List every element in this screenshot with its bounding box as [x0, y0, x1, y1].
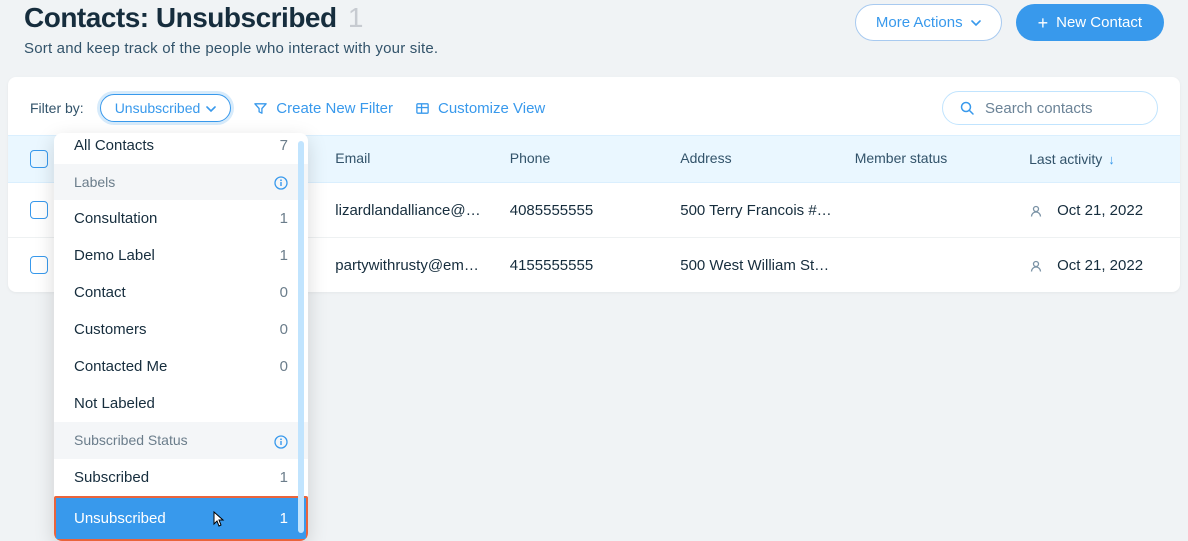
dropdown-item-demo-label[interactable]: Demo Label 1: [54, 237, 308, 274]
title-prefix: Contacts:: [24, 2, 149, 33]
dropdown-item-label: Consultation: [74, 210, 157, 227]
new-contact-label: New Contact: [1056, 14, 1142, 31]
column-email[interactable]: Email: [335, 150, 509, 168]
filter-by-label: Filter by:: [30, 100, 84, 116]
chevron-down-icon: [206, 100, 216, 116]
dropdown-item-not-labeled[interactable]: Not Labeled: [54, 385, 308, 422]
cell-phone: 4085555555: [510, 202, 680, 219]
filter-icon: [253, 100, 268, 117]
dropdown-item-label: All Contacts: [74, 137, 154, 154]
sort-descending-icon: ↓: [1108, 152, 1115, 167]
dropdown-section-labels: Labels: [54, 164, 308, 200]
customize-view-label: Customize View: [438, 100, 545, 117]
cell-phone: 4155555555: [510, 257, 680, 274]
dropdown-item-unsubscribed[interactable]: Unsubscribed 1: [54, 496, 308, 541]
dropdown-item-count: 0: [280, 321, 288, 338]
info-icon[interactable]: [274, 432, 288, 448]
cell-last-activity: Oct 21, 2022: [1057, 257, 1143, 274]
dropdown-item-label: Subscribed: [74, 469, 149, 486]
dropdown-item-subscribed[interactable]: Subscribed 1: [54, 459, 308, 496]
cell-last-activity: Oct 21, 2022: [1057, 202, 1143, 219]
create-filter-link[interactable]: Create New Filter: [253, 100, 393, 117]
cell-email: lizardlandalliance@…: [335, 202, 509, 219]
dropdown-section-status: Subscribed Status: [54, 422, 308, 458]
search-icon: [959, 99, 975, 117]
dropdown-item-count: 0: [280, 284, 288, 301]
select-all-checkbox[interactable]: [30, 150, 48, 168]
column-member-status[interactable]: Member status: [855, 150, 1029, 168]
dropdown-item-consultation[interactable]: Consultation 1: [54, 200, 308, 237]
page-title: Contacts: Unsubscribed 1: [24, 2, 438, 34]
dropdown-item-count: 7: [280, 137, 288, 154]
dropdown-item-count: 1: [280, 469, 288, 486]
more-actions-label: More Actions: [876, 14, 963, 31]
dropdown-item-all-contacts[interactable]: All Contacts 7: [54, 133, 308, 164]
dropdown-item-count: 1: [280, 210, 288, 227]
column-address[interactable]: Address: [680, 150, 854, 168]
customize-view-link[interactable]: Customize View: [415, 100, 545, 117]
person-icon: [1029, 257, 1043, 274]
column-last-label: Last activity: [1029, 151, 1102, 167]
new-contact-button[interactable]: + New Contact: [1016, 4, 1164, 41]
info-icon[interactable]: [274, 174, 288, 190]
dropdown-item-count: 0: [280, 358, 288, 375]
row-checkbox[interactable]: [30, 201, 48, 219]
dropdown-item-count: 1: [280, 247, 288, 264]
dropdown-item-label: Contacted Me: [74, 358, 167, 375]
dropdown-item-count: 1: [280, 510, 288, 527]
page-subtitle: Sort and keep track of the people who in…: [24, 40, 438, 57]
search-input[interactable]: [985, 100, 1141, 117]
dropdown-item-contacted-me[interactable]: Contacted Me 0: [54, 348, 308, 385]
dropdown-item-customers[interactable]: Customers 0: [54, 311, 308, 348]
dropdown-section-title: Labels: [74, 174, 115, 190]
plus-icon: +: [1038, 16, 1049, 30]
search-container[interactable]: [942, 91, 1158, 125]
row-checkbox[interactable]: [30, 256, 48, 274]
filter-value: Unsubscribed: [115, 100, 201, 116]
scrollbar[interactable]: [298, 141, 304, 533]
filter-dropdown: All Contacts 7 Labels Consultation 1 Dem…: [54, 133, 308, 541]
column-last-activity[interactable]: Last activity ↓: [1029, 150, 1158, 168]
dropdown-item-label: Demo Label: [74, 247, 155, 264]
dropdown-item-contact[interactable]: Contact 0: [54, 274, 308, 311]
dropdown-item-label: Unsubscribed: [74, 510, 166, 527]
person-icon: [1029, 202, 1043, 219]
title-filter: Unsubscribed: [156, 2, 337, 33]
table-icon: [415, 100, 430, 117]
column-phone[interactable]: Phone: [510, 150, 680, 168]
more-actions-button[interactable]: More Actions: [855, 4, 1002, 41]
contacts-panel: Filter by: Unsubscribed Create New Filte…: [8, 77, 1180, 292]
cell-address: 500 West William St…: [680, 257, 854, 274]
dropdown-item-label: Customers: [74, 321, 147, 338]
cell-email: partywithrusty@em…: [335, 257, 509, 274]
dropdown-section-title: Subscribed Status: [74, 432, 188, 448]
create-filter-label: Create New Filter: [276, 100, 393, 117]
filter-dropdown-trigger[interactable]: Unsubscribed: [100, 94, 232, 122]
chevron-down-icon: [971, 14, 981, 31]
title-count: 1: [348, 2, 363, 33]
cell-address: 500 Terry Francois #…: [680, 202, 854, 219]
dropdown-item-label: Contact: [74, 284, 126, 301]
dropdown-item-label: Not Labeled: [74, 395, 155, 412]
